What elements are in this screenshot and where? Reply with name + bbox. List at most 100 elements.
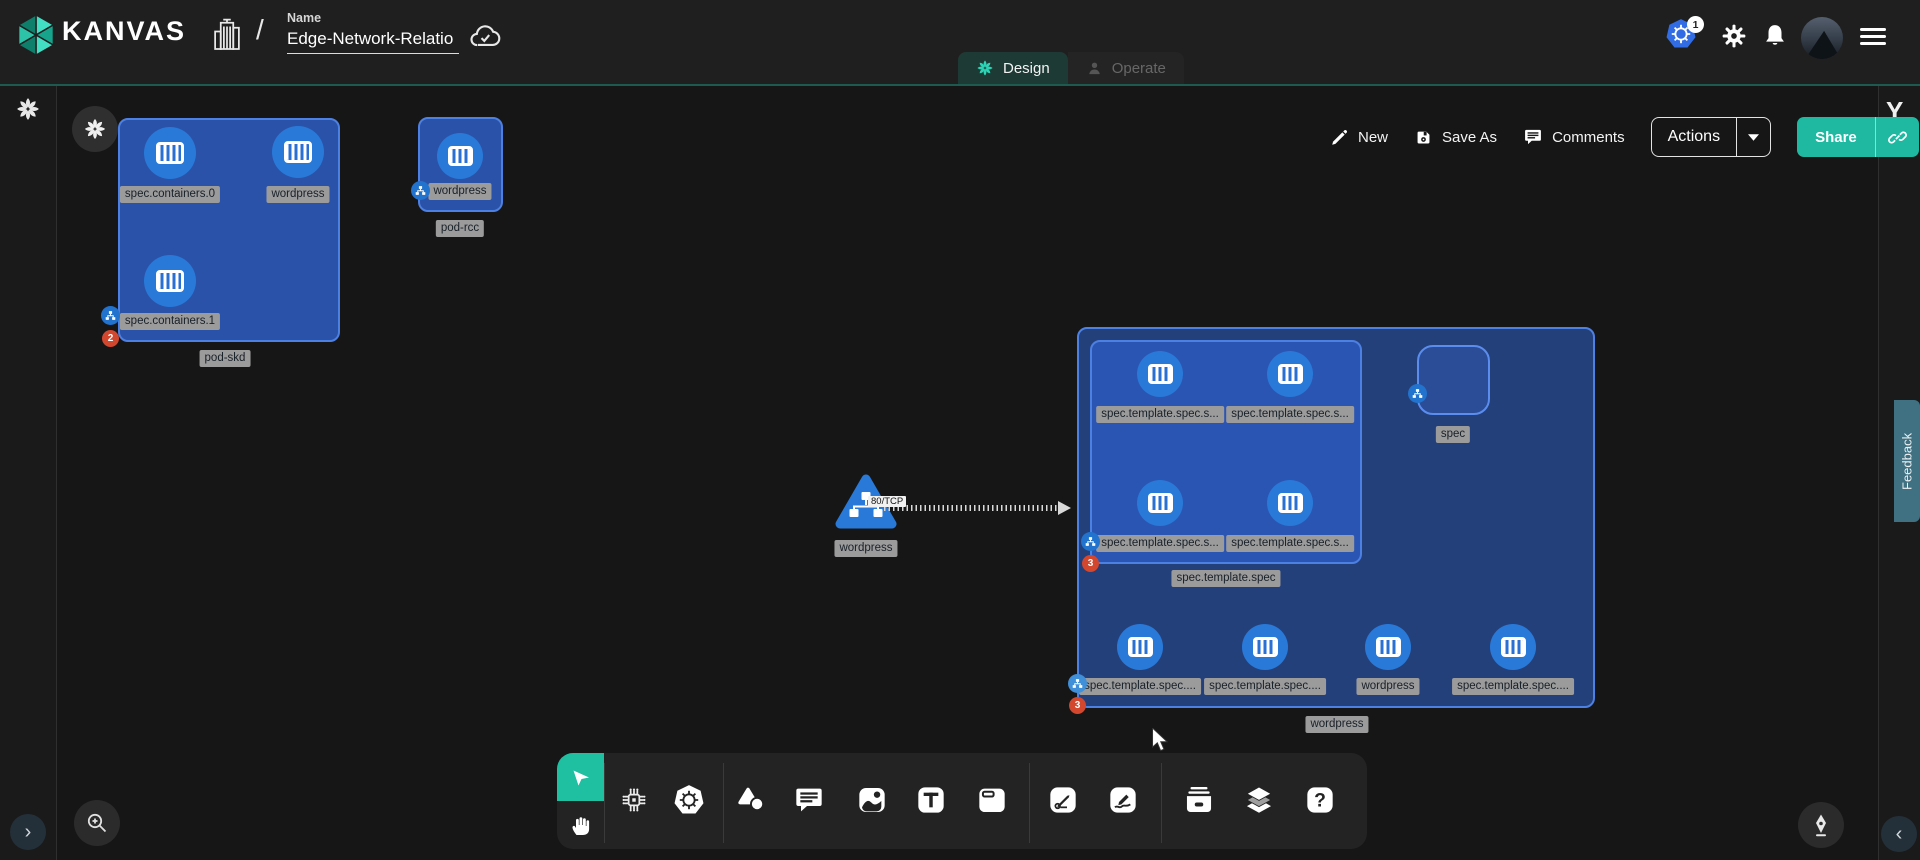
new-button-label: New bbox=[1358, 129, 1388, 146]
user-avatar[interactable] bbox=[1801, 17, 1843, 59]
deployment-type-icon bbox=[1068, 674, 1087, 693]
pen-path-icon bbox=[1047, 784, 1079, 816]
shapes-tool[interactable] bbox=[729, 777, 775, 823]
node-label: spec.template.spec.s... bbox=[1096, 406, 1224, 423]
edge-arrowhead bbox=[1058, 501, 1071, 515]
text-tool[interactable] bbox=[908, 777, 954, 823]
design-icon bbox=[976, 59, 994, 77]
notifications-bell-icon[interactable] bbox=[1762, 23, 1788, 49]
container-node[interactable] bbox=[272, 126, 324, 178]
expand-right-panel-button[interactable]: ‹ bbox=[1881, 816, 1917, 852]
image-icon bbox=[856, 784, 888, 816]
container-node[interactable] bbox=[1267, 351, 1313, 397]
help-tool[interactable]: ? bbox=[1297, 777, 1343, 823]
spec-node[interactable] bbox=[1417, 345, 1490, 415]
image-tool[interactable] bbox=[849, 777, 895, 823]
container-node[interactable] bbox=[144, 255, 196, 307]
settings-gear-icon[interactable] bbox=[1721, 23, 1747, 49]
toolbar-divider bbox=[723, 763, 724, 843]
comment-tool[interactable] bbox=[786, 777, 832, 823]
toolbar-divider bbox=[1029, 763, 1030, 843]
kanvas-app: KANVAS / Name Design Oper bbox=[0, 0, 1920, 860]
pod-type-icon bbox=[1081, 532, 1100, 551]
kubernetes-helm-icon bbox=[672, 783, 706, 817]
actions-split-button[interactable]: Actions bbox=[1651, 117, 1771, 157]
component-tool[interactable] bbox=[611, 777, 657, 823]
node-label: spec.containers.0 bbox=[120, 186, 220, 203]
toolbar-divider bbox=[1161, 763, 1162, 843]
tab-design[interactable]: Design bbox=[958, 52, 1068, 84]
kubernetes-tool[interactable] bbox=[666, 777, 712, 823]
layers-tool[interactable] bbox=[1236, 777, 1282, 823]
mouse-cursor bbox=[1150, 728, 1172, 752]
shapes-icon bbox=[736, 784, 768, 816]
expand-left-panel-button[interactable]: › bbox=[10, 814, 46, 850]
error-badge[interactable]: 3 bbox=[1069, 697, 1086, 714]
zoom-button[interactable] bbox=[74, 800, 120, 846]
organization-icon[interactable] bbox=[212, 16, 242, 52]
save-as-button[interactable]: Save As bbox=[1414, 128, 1497, 147]
actions-caret[interactable] bbox=[1736, 118, 1770, 156]
group-label: wordpress bbox=[1305, 716, 1368, 733]
node-label: spec.template.spec.s... bbox=[1096, 535, 1224, 552]
select-tool[interactable] bbox=[557, 753, 604, 801]
help-icon: ? bbox=[1304, 784, 1336, 816]
comment-icon bbox=[1523, 127, 1543, 147]
container-node[interactable] bbox=[1137, 480, 1183, 526]
container-node[interactable] bbox=[144, 127, 196, 179]
container-node[interactable] bbox=[1137, 351, 1183, 397]
cluster-chip[interactable] bbox=[72, 106, 118, 152]
share-split-button[interactable]: Share bbox=[1797, 117, 1919, 157]
note-card-icon bbox=[976, 784, 1008, 816]
pencil-tool[interactable] bbox=[1100, 777, 1146, 823]
save-as-button-label: Save As bbox=[1442, 129, 1497, 146]
error-badge[interactable]: 3 bbox=[1082, 555, 1099, 572]
note-tool[interactable] bbox=[969, 777, 1015, 823]
hand-icon bbox=[569, 813, 593, 837]
container-node[interactable] bbox=[1242, 624, 1288, 670]
context-count-badge[interactable]: 1 bbox=[1687, 16, 1704, 33]
container-node[interactable] bbox=[1365, 624, 1411, 670]
group-label: pod-skd bbox=[200, 350, 251, 367]
breadcrumb-separator: / bbox=[256, 14, 264, 46]
layers-icon bbox=[1242, 783, 1276, 817]
group-label: spec.template.spec bbox=[1171, 570, 1280, 587]
svg-text:?: ? bbox=[1314, 791, 1326, 812]
edge-port-label: 80/TCP bbox=[868, 496, 906, 507]
new-button[interactable]: New bbox=[1330, 128, 1388, 147]
node-label: wordpress bbox=[834, 540, 897, 557]
pencil-scribble-icon bbox=[1107, 784, 1139, 816]
left-rail bbox=[0, 86, 57, 860]
kanvas-logo-icon[interactable] bbox=[14, 13, 58, 57]
node-label: spec.template.spec.... bbox=[1079, 678, 1201, 695]
pen-tool[interactable] bbox=[1040, 777, 1086, 823]
feedback-tab[interactable]: Feedback bbox=[1894, 400, 1920, 522]
actions-button-label[interactable]: Actions bbox=[1652, 118, 1736, 156]
menu-hamburger-icon[interactable] bbox=[1860, 28, 1886, 49]
cloud-saved-icon[interactable] bbox=[468, 22, 502, 50]
container-node[interactable] bbox=[1117, 624, 1163, 670]
caret-down-icon bbox=[1748, 134, 1759, 141]
sync-pinwheel-icon[interactable] bbox=[15, 96, 41, 122]
container-node[interactable] bbox=[1490, 624, 1536, 670]
comments-button[interactable]: Comments bbox=[1523, 127, 1625, 147]
pod-type-icon bbox=[411, 181, 430, 200]
group-spec-template-spec[interactable] bbox=[1090, 340, 1362, 564]
design-name-input[interactable] bbox=[287, 27, 459, 54]
node-label: spec.template.spec.s... bbox=[1226, 535, 1354, 552]
container-node[interactable] bbox=[1267, 480, 1313, 526]
floppy-icon bbox=[1414, 128, 1433, 147]
service-edge[interactable] bbox=[884, 505, 1058, 511]
operate-icon bbox=[1086, 60, 1103, 77]
error-badge[interactable]: 2 bbox=[102, 330, 119, 347]
node-label: spec.template.spec.... bbox=[1452, 678, 1574, 695]
cursor-arrow-icon bbox=[569, 765, 593, 789]
drawer-tool[interactable] bbox=[1176, 777, 1222, 823]
pan-hand-tool[interactable] bbox=[557, 801, 604, 849]
tab-operate[interactable]: Operate bbox=[1068, 52, 1184, 84]
copy-link-button[interactable] bbox=[1875, 117, 1919, 157]
container-node[interactable] bbox=[437, 133, 483, 179]
ink-pen-button[interactable] bbox=[1798, 802, 1844, 848]
header-divider bbox=[0, 84, 1920, 86]
share-button-label[interactable]: Share bbox=[1797, 117, 1875, 157]
